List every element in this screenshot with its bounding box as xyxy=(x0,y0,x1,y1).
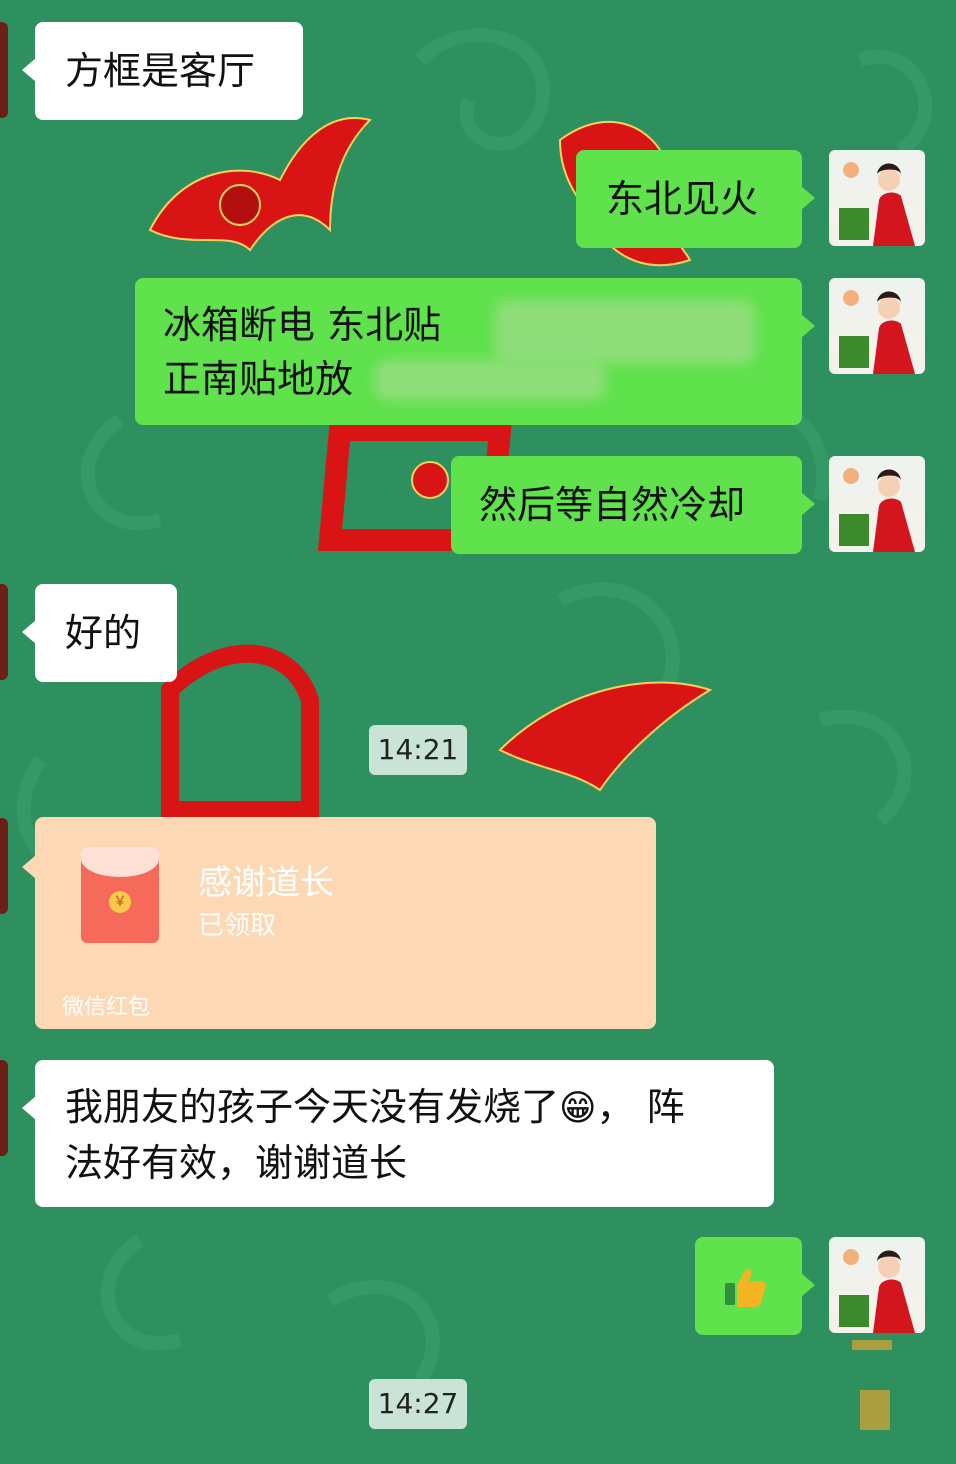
message-bubble-outgoing[interactable]: 然后等自然冷却 xyxy=(451,456,815,554)
message-bubble-incoming[interactable]: 方框是客厅 xyxy=(22,22,303,120)
message-text: 方框是客厅 xyxy=(65,49,256,93)
redacted-text xyxy=(495,300,755,364)
message-bubble-incoming[interactable]: 好的 xyxy=(22,584,177,682)
message-line: 我朋友的孩子今天没有发烧了😁， 阵 xyxy=(65,1080,744,1136)
avatar-icon[interactable] xyxy=(829,150,925,246)
timestamp: 14:27 xyxy=(369,1379,467,1429)
message-bubble-outgoing[interactable]: 冰箱断电 东北贴 正南贴地放 xyxy=(135,278,815,425)
message-line: 法好有效，谢谢道长 xyxy=(65,1141,408,1185)
message-bubble-outgoing[interactable]: 东北见火 xyxy=(576,150,815,248)
contact-avatar[interactable] xyxy=(0,584,8,680)
coin-symbol: ￥ xyxy=(109,891,131,913)
avatar-image xyxy=(839,468,915,552)
contact-avatar[interactable] xyxy=(0,1060,8,1156)
redacted-text xyxy=(375,360,605,400)
message-text: 然后等自然冷却 xyxy=(479,483,746,527)
contact-avatar[interactable] xyxy=(0,818,8,914)
red-packet-title: 感谢道长 xyxy=(198,863,334,903)
message-bubble-outgoing[interactable] xyxy=(695,1237,815,1335)
avatar-icon[interactable] xyxy=(829,1237,925,1333)
message-text: 我朋友的孩子今天没有发烧了 xyxy=(65,1085,560,1129)
message-text: 好的 xyxy=(65,611,142,655)
message-text: 东北见火 xyxy=(606,177,759,221)
avatar-icon[interactable] xyxy=(829,278,925,374)
chat-wallpaper xyxy=(0,0,956,1464)
avatar-icon[interactable] xyxy=(829,456,925,552)
avatar-image xyxy=(839,290,915,374)
avatar-image xyxy=(839,162,915,246)
message-bubble-incoming[interactable]: 我朋友的孩子今天没有发烧了😁， 阵 法好有效，谢谢道长 xyxy=(22,1060,774,1207)
message-text: ， 阵 xyxy=(596,1085,685,1129)
contact-avatar[interactable] xyxy=(0,22,8,118)
grin-emoji-icon: 😁 xyxy=(559,1088,597,1129)
red-packet-footer: 微信红包 xyxy=(62,995,151,1020)
red-packet-status: 已领取 xyxy=(198,911,277,941)
red-packet-card[interactable]: ￥ 感谢道长 已领取 微信红包 xyxy=(22,817,656,1029)
timestamp: 14:21 xyxy=(369,725,467,775)
red-packet-icon: ￥ xyxy=(81,847,159,943)
thumbs-up-icon xyxy=(725,1268,766,1307)
avatar-image xyxy=(839,1249,915,1333)
